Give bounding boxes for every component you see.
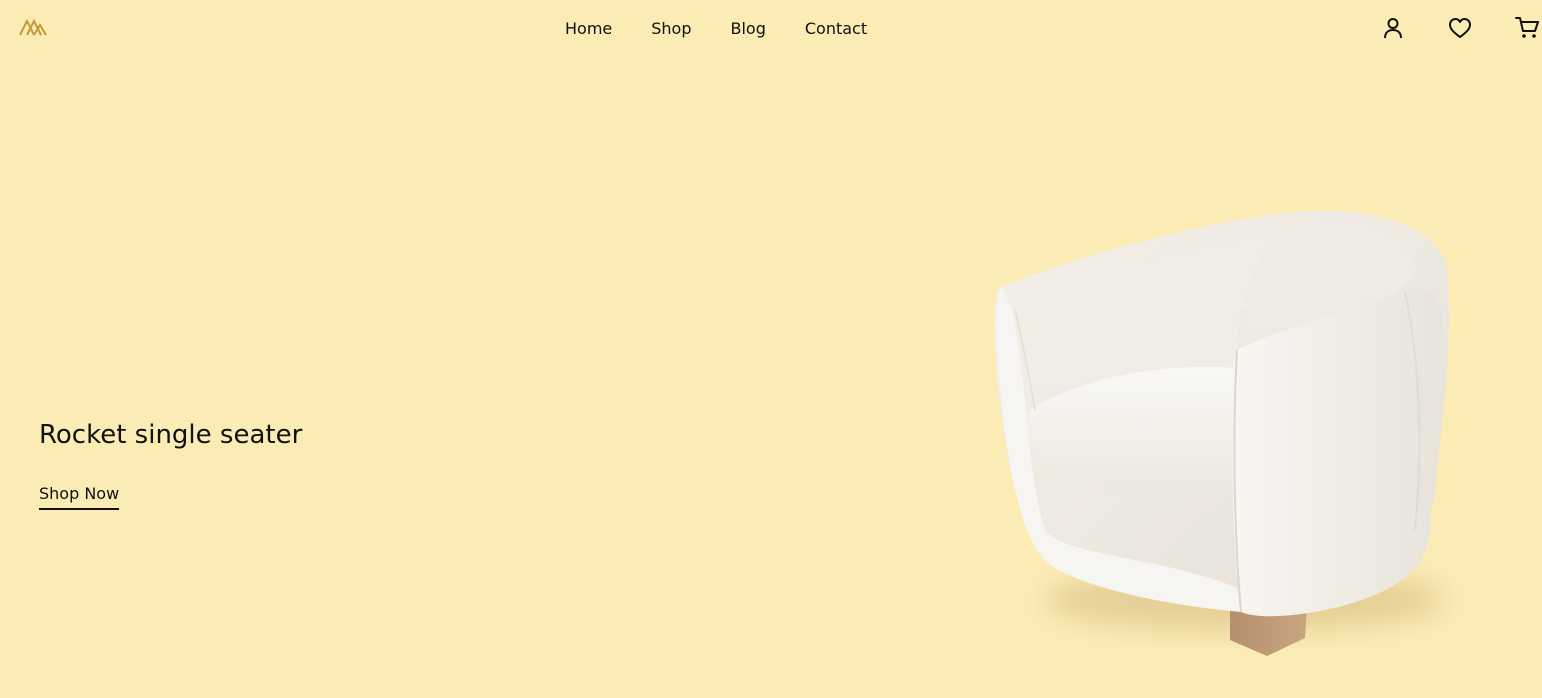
nav-contact[interactable]: Contact	[805, 17, 867, 41]
nav-blog[interactable]: Blog	[731, 17, 766, 41]
logo-icon[interactable]	[19, 17, 47, 37]
hero-text: Rocket single seater Shop Now	[39, 414, 302, 510]
user-icon[interactable]	[1380, 15, 1406, 41]
cart-icon[interactable]	[1514, 15, 1540, 41]
armchair-image	[975, 200, 1465, 670]
hero-title: Rocket single seater	[39, 420, 303, 450]
heart-icon[interactable]	[1447, 15, 1473, 41]
nav-shop[interactable]: Shop	[651, 17, 691, 41]
nav-home[interactable]: Home	[565, 17, 612, 41]
shop-now-link[interactable]: Shop Now	[39, 484, 120, 510]
site-header: Home Shop Blog Contact	[0, 0, 1542, 58]
header-icons	[1372, 15, 1542, 41]
main-nav: Home Shop Blog Contact	[565, 17, 867, 41]
